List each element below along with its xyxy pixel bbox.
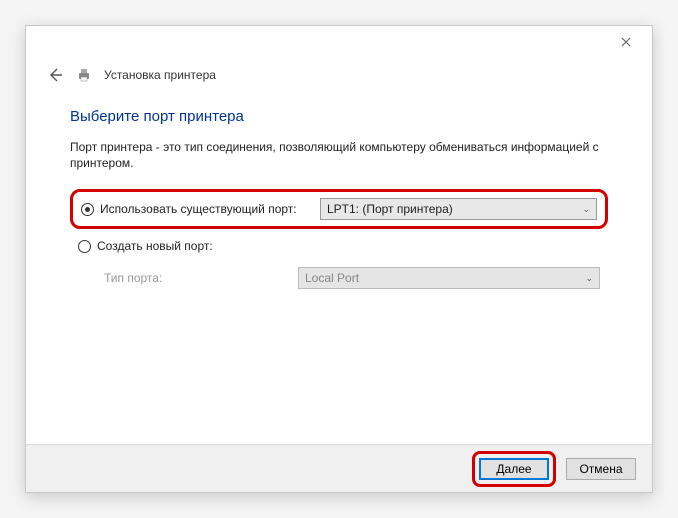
chevron-down-icon: ⌄ [585, 273, 593, 284]
port-type-select: Local Port ⌄ [298, 267, 600, 289]
radio-create-new[interactable] [78, 240, 91, 253]
next-button-highlight: Далее [472, 451, 556, 487]
chevron-down-icon: ⌄ [582, 204, 590, 215]
close-icon [621, 37, 631, 47]
page-description: Порт принтера - это тип соединения, позв… [70, 139, 608, 171]
page-heading: Выберите порт принтера [70, 108, 608, 125]
wizard-header: Установка принтера [26, 58, 652, 88]
close-button[interactable] [604, 28, 648, 56]
existing-port-select[interactable]: LPT1: (Порт принтера) ⌄ [320, 198, 597, 220]
printer-wizard-dialog: Установка принтера Выберите порт принтер… [25, 25, 653, 493]
port-type-label: Тип порта: [104, 271, 298, 285]
radio-use-existing-label: Использовать существующий порт: [100, 202, 320, 216]
port-type-row: Тип порта: Local Port ⌄ [70, 263, 608, 293]
wizard-content: Выберите порт принтера Порт принтера - э… [26, 88, 652, 293]
wizard-title: Установка принтера [104, 68, 216, 82]
existing-port-value: LPT1: (Порт принтера) [327, 202, 453, 216]
port-type-value: Local Port [305, 271, 359, 285]
button-bar: Далее Отмена [26, 444, 652, 492]
cancel-button[interactable]: Отмена [566, 458, 636, 480]
radio-use-existing[interactable] [81, 203, 94, 216]
next-button[interactable]: Далее [479, 458, 549, 480]
option-use-existing-port[interactable]: Использовать существующий порт: LPT1: (П… [70, 189, 608, 229]
titlebar [26, 26, 652, 58]
radio-create-new-label: Создать новый порт: [97, 239, 317, 253]
back-arrow-icon [47, 67, 63, 83]
option-create-new-port[interactable]: Создать новый порт: [70, 233, 608, 259]
printer-icon [76, 67, 92, 83]
back-button[interactable] [46, 66, 64, 84]
